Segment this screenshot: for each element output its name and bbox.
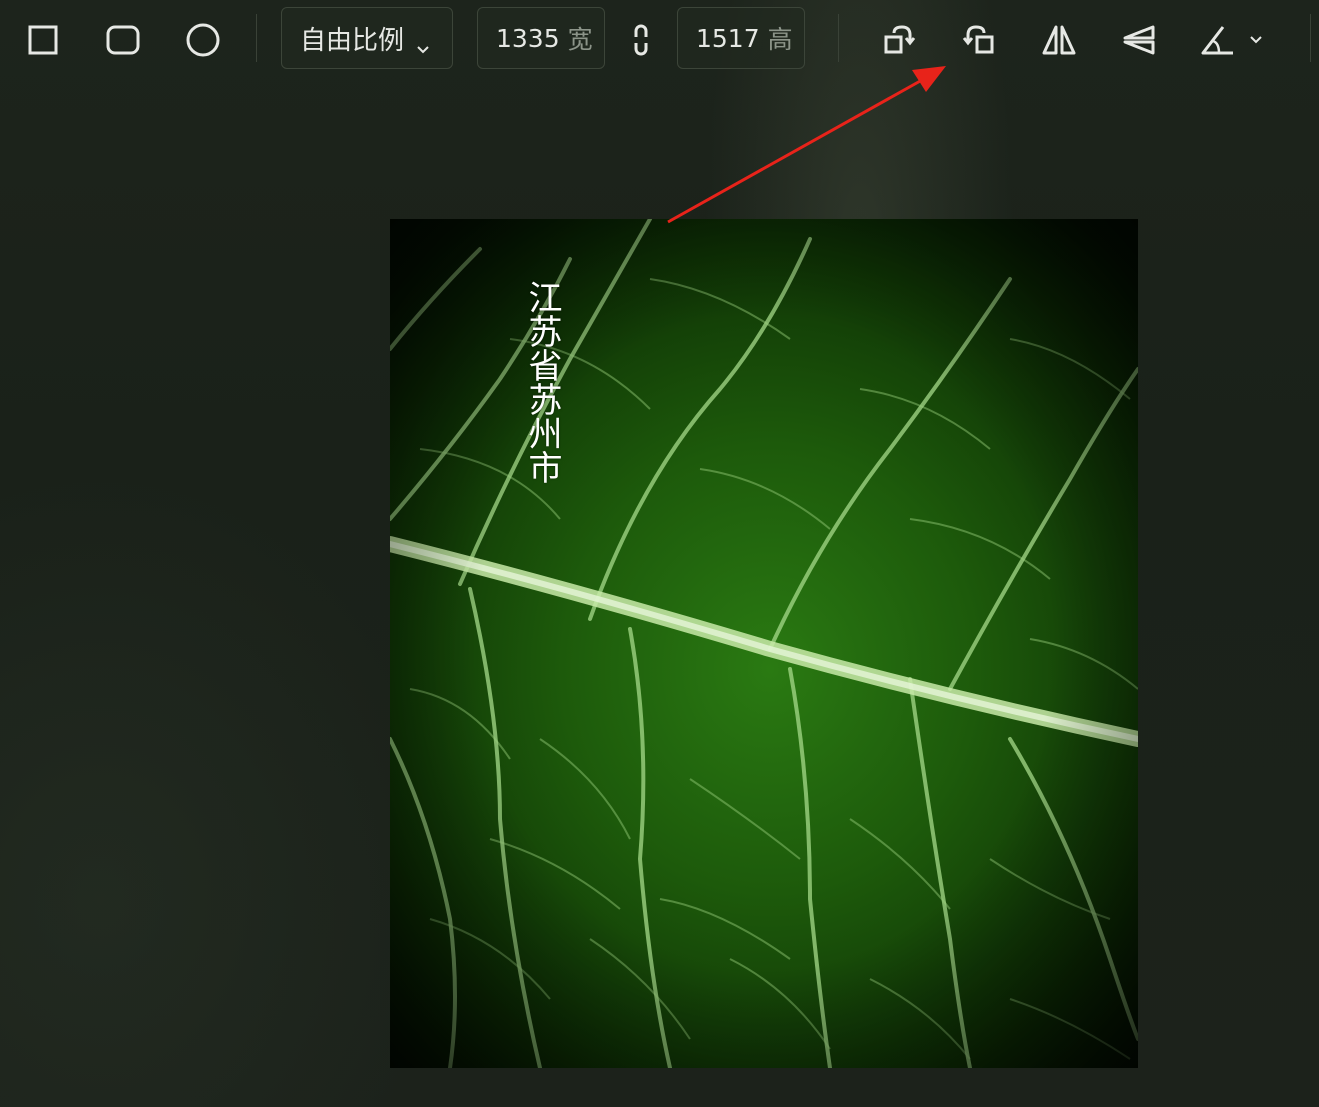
aspect-ratio-dropdown[interactable]: 自由比例 (281, 7, 453, 69)
square-crop-icon[interactable] (23, 20, 63, 60)
width-unit: 宽 (567, 25, 593, 54)
rotate-left-icon[interactable] (879, 20, 919, 60)
rotate-right-icon[interactable] (959, 20, 999, 60)
rounded-square-crop-icon[interactable] (103, 20, 143, 60)
width-input[interactable]: 1335 宽 (477, 7, 605, 69)
location-watermark-text: 江苏省苏州市 (522, 280, 562, 484)
angle-icon[interactable] (1199, 20, 1269, 60)
chevron-down-icon (416, 32, 430, 62)
flip-horizontal-icon[interactable] (1039, 20, 1079, 60)
height-value: 1517 (696, 23, 760, 53)
height-unit: 高 (767, 25, 793, 54)
width-value: 1335 (496, 23, 560, 53)
leaf-photo[interactable] (390, 219, 1138, 1068)
circle-crop-icon[interactable] (183, 20, 223, 60)
crop-toolbar: 自由比例 1335 宽 1517 高 (0, 0, 1319, 80)
chain-link-icon[interactable] (621, 20, 661, 60)
height-input[interactable]: 1517 高 (677, 7, 805, 69)
toolbar-divider (256, 14, 257, 62)
aspect-ratio-label: 自由比例 (300, 25, 405, 56)
leaf-veins-graphic (390, 219, 1138, 1068)
toolbar-divider (1310, 14, 1311, 62)
flip-vertical-icon[interactable] (1119, 20, 1159, 60)
toolbar-divider (838, 14, 839, 62)
